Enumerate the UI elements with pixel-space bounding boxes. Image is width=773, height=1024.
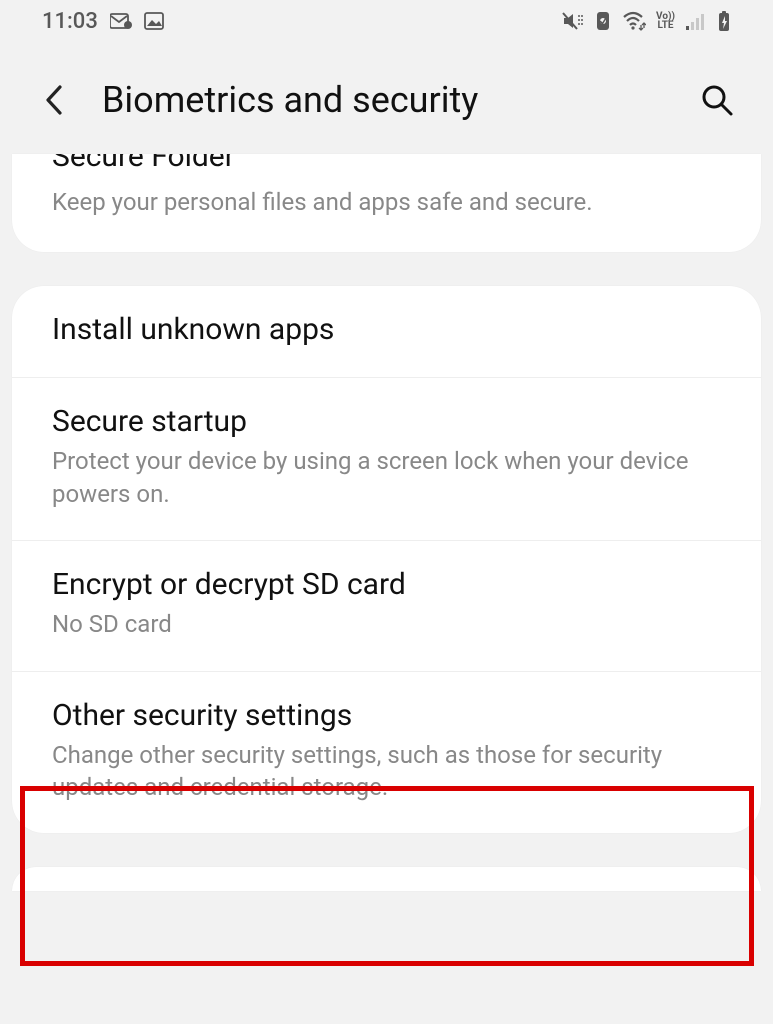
status-bar: 11:03 Vo)) LTE bbox=[0, 0, 773, 42]
row-subtitle: Keep your personal files and apps safe a… bbox=[52, 186, 721, 218]
settings-row-encrypt-sd[interactable]: Encrypt or decrypt SD card No SD card bbox=[12, 541, 761, 671]
status-left: 11:03 bbox=[42, 9, 164, 34]
status-right: Vo)) LTE bbox=[562, 10, 731, 32]
next-card-peek bbox=[12, 867, 761, 891]
row-title: Encrypt or decrypt SD card bbox=[52, 567, 721, 602]
row-title: Secure startup bbox=[52, 404, 721, 439]
row-title: Install unknown apps bbox=[52, 312, 721, 347]
row-subtitle: No SD card bbox=[52, 608, 721, 640]
page-title: Biometrics and security bbox=[102, 79, 667, 121]
mute-vibrate-icon bbox=[562, 11, 584, 31]
mail-icon bbox=[110, 13, 132, 29]
data-saver-icon bbox=[594, 11, 612, 31]
row-title: Secure Folder bbox=[52, 154, 721, 176]
status-time: 11:03 bbox=[42, 9, 98, 34]
volte-icon: Vo)) LTE bbox=[656, 12, 675, 30]
chevron-left-icon bbox=[44, 84, 64, 116]
settings-row-other-security[interactable]: Other security settings Change other sec… bbox=[12, 672, 761, 834]
battery-charging-icon bbox=[717, 10, 731, 32]
search-button[interactable] bbox=[695, 78, 739, 122]
search-icon bbox=[700, 83, 734, 117]
settings-row-install-unknown-apps[interactable]: Install unknown apps bbox=[12, 286, 761, 378]
wifi-icon bbox=[622, 11, 646, 31]
image-icon bbox=[144, 12, 164, 30]
row-title: Other security settings bbox=[52, 698, 721, 733]
settings-card: Install unknown apps Secure startup Prot… bbox=[12, 286, 761, 833]
back-button[interactable] bbox=[34, 80, 74, 120]
row-subtitle: Protect your device by using a screen lo… bbox=[52, 445, 721, 510]
settings-row-secure-folder[interactable]: Secure Folder Keep your personal files a… bbox=[12, 154, 761, 252]
signal-icon bbox=[685, 11, 707, 31]
row-subtitle: Change other security settings, such as … bbox=[52, 739, 721, 804]
settings-row-secure-startup[interactable]: Secure startup Protect your device by us… bbox=[12, 378, 761, 541]
page-header: Biometrics and security bbox=[0, 42, 773, 162]
